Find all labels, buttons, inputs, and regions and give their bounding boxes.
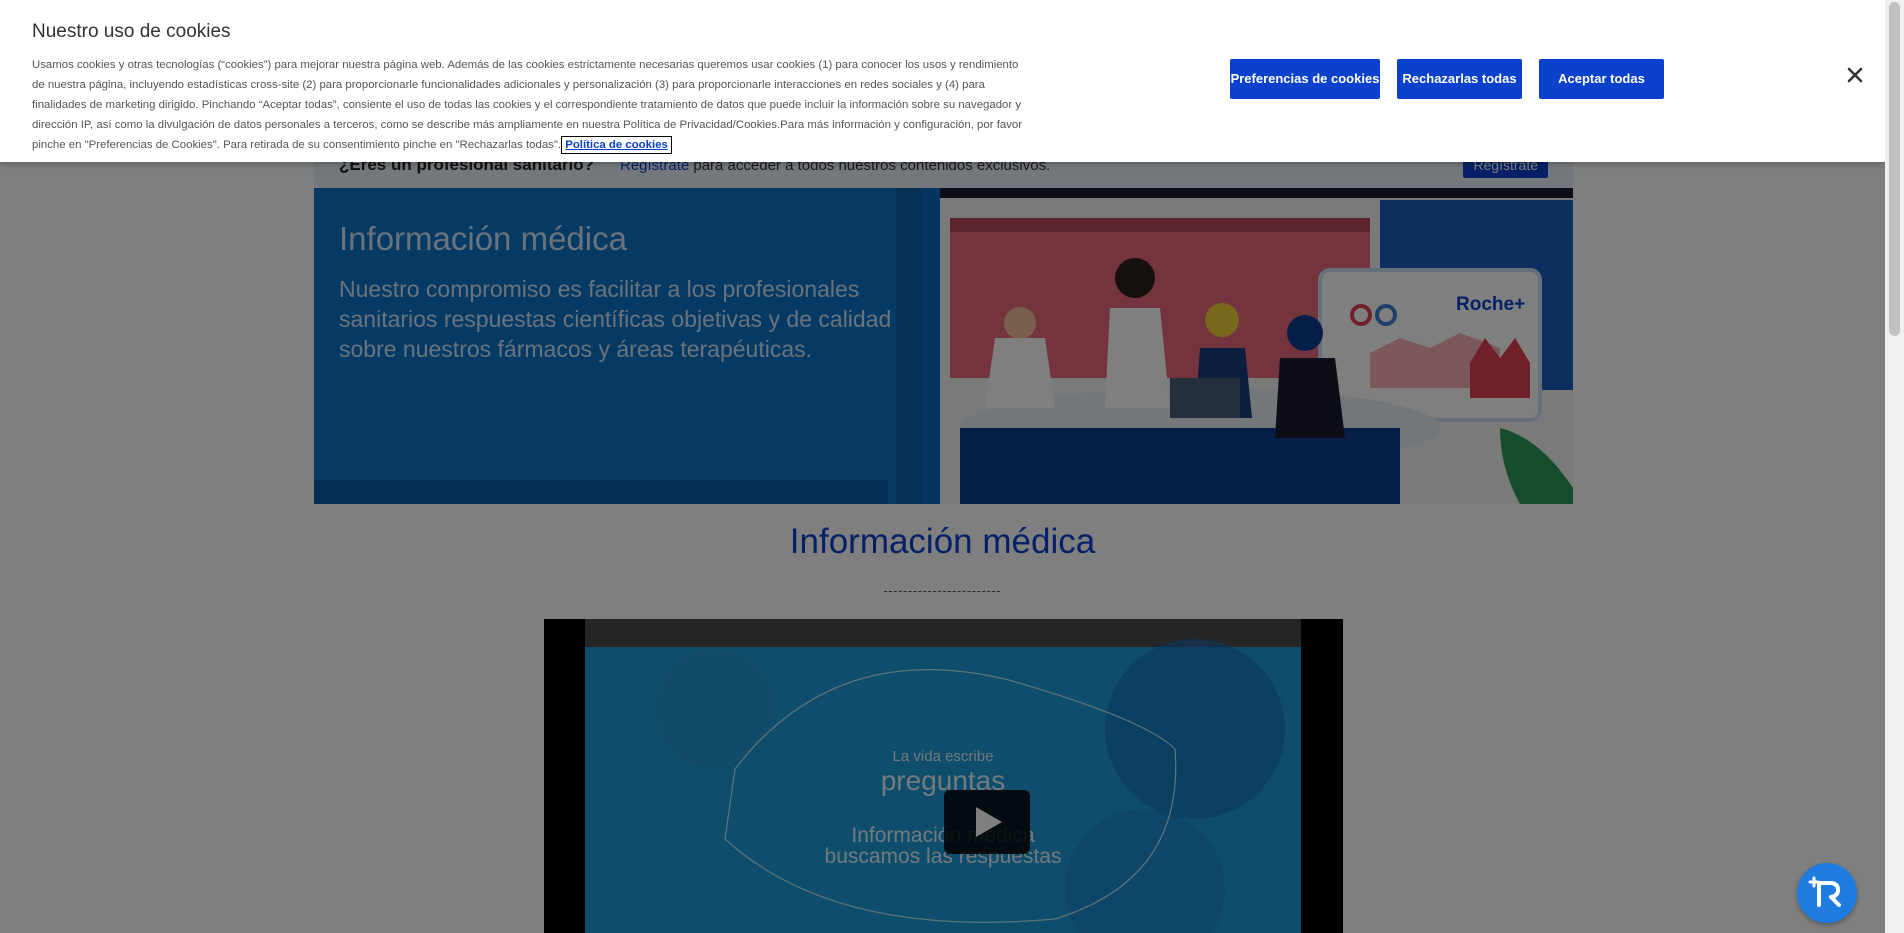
reject-all-button[interactable]: Rechazarlas todas — [1397, 59, 1522, 99]
cookie-banner: Nuestro uso de cookies Usamos cookies y … — [0, 0, 1885, 162]
scrollbar[interactable] — [1885, 0, 1904, 933]
close-icon[interactable] — [1846, 66, 1864, 84]
cookie-policy-link[interactable]: Política de cookies — [561, 136, 672, 154]
roche-assistant-icon — [1808, 876, 1841, 907]
chat-assistant-button[interactable] — [1797, 863, 1857, 923]
cookie-banner-title: Nuestro uso de cookies — [32, 21, 231, 42]
scrollbar-thumb[interactable] — [1889, 2, 1900, 336]
cookie-preferences-button[interactable]: Preferencias de cookies — [1230, 59, 1380, 99]
cookie-banner-text: Usamos cookies y otras tecnologías (“coo… — [32, 59, 1023, 154]
accept-all-button[interactable]: Aceptar todas — [1539, 59, 1664, 99]
